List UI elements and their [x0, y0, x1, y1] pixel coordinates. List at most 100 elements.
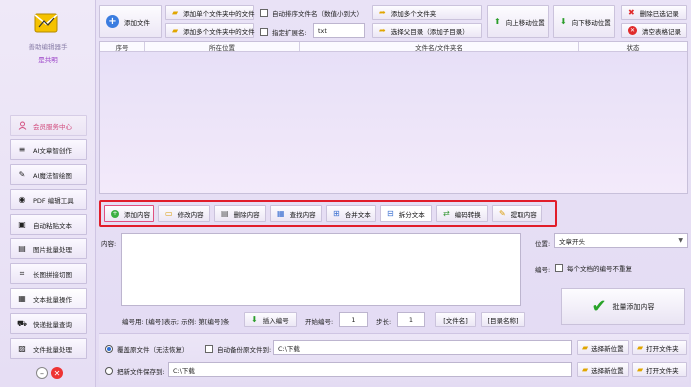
save-choose-location-button[interactable]: ▰ 选择新位置: [577, 362, 629, 377]
sidebar-item-auto-paste[interactable]: ▣ 自动粘贴文本: [10, 214, 87, 235]
sidebar-item-ai-image[interactable]: ✎ AI魔法智绘图: [10, 164, 87, 185]
radio-dot[interactable]: [105, 367, 113, 375]
radio-dot[interactable]: [105, 345, 113, 353]
op-add-content[interactable]: + 添加内容: [104, 205, 154, 222]
checkbox-box[interactable]: [555, 264, 563, 272]
clipboard-icon: ▣: [18, 220, 26, 229]
add-single-folder-button[interactable]: ▰ 添加单个文件夹中的文件: [165, 5, 255, 20]
op-find-content[interactable]: ▦ 查找内容: [270, 205, 322, 222]
col-filename[interactable]: 文件名/文件夹名: [300, 42, 579, 52]
sidebar-item-label: AI魔法智绘图: [33, 171, 72, 180]
op-extract[interactable]: ✎ 提取内容: [492, 205, 542, 222]
sidebar-item-ai-article[interactable]: ≡ AI文章智创作: [10, 139, 87, 160]
sidebar-item-express[interactable]: ⛟ 快递批量查询: [10, 313, 87, 334]
start-number-input[interactable]: 1: [339, 312, 368, 327]
sidebar-item-label: 快递批量查询: [33, 320, 72, 329]
minimize-icon[interactable]: –: [36, 367, 48, 379]
step-input[interactable]: 1: [397, 312, 425, 327]
position-select[interactable]: 文章开头 ▼: [554, 233, 688, 248]
sidebar-item-label: 图片批量处理: [33, 245, 72, 254]
close-icon[interactable]: ✕: [51, 367, 63, 379]
add-multi-folder-files-button[interactable]: ▰ 添加多个文件夹中的文件: [165, 23, 255, 38]
checkbox-box[interactable]: [260, 28, 268, 36]
auto-sort-checkbox[interactable]: 自动排序文件名（数值小到大）: [260, 8, 363, 18]
sidebar-item-label: 自动粘贴文本: [33, 221, 72, 230]
insert-filename-button[interactable]: [文件名]: [435, 312, 476, 327]
sidebar-item-file-batch[interactable]: ▨ 文件批量处理: [10, 338, 87, 359]
move-up-button[interactable]: ⬆ 向上移动位置: [487, 5, 549, 38]
sidebar-bottom-controls: – ✕: [36, 367, 63, 379]
arrow-down-icon: ⬇: [251, 315, 258, 324]
merge-text-icon: ⊞: [333, 209, 340, 218]
content-label: 内容:: [101, 240, 117, 248]
checkmark-icon: ✔: [591, 296, 607, 317]
filename-tag-label: [文件名]: [443, 316, 468, 325]
op-merge-text[interactable]: ⊞ 合并文本: [326, 205, 376, 222]
move-down-button[interactable]: ⬇ 向下移动位置: [553, 5, 615, 38]
save-new-label: 把新文件保存到:: [117, 368, 165, 376]
move-down-label: 向下移动位置: [571, 18, 611, 27]
ext-value: txt: [318, 26, 327, 35]
insert-number-button[interactable]: ⬇ 插入编号: [244, 312, 297, 327]
col-index[interactable]: 序号: [100, 42, 145, 52]
position-value: 文章开头: [559, 237, 585, 246]
save-new-radio[interactable]: 把新文件保存到:: [105, 366, 165, 376]
unique-number-checkbox[interactable]: 每个文档的编号不重复: [555, 263, 632, 273]
folder-icon: ▰: [172, 8, 179, 17]
batch-add-button[interactable]: ✔ 批量添加内容: [561, 288, 685, 325]
col-location[interactable]: 所在位置: [145, 42, 300, 52]
op-delete-content[interactable]: ▤ 删除内容: [214, 205, 266, 222]
save-path-input[interactable]: C:\下载: [168, 362, 572, 377]
add-multi-folder-button[interactable]: ➦ 添加多个文件夹: [372, 5, 482, 20]
op-label: 合并文本: [344, 210, 371, 219]
backup-open-folder-button[interactable]: ▰ 打开文件夹: [632, 340, 687, 355]
sidebar-item-member-center[interactable]: 会员服务中心: [10, 115, 87, 136]
app-logo-icon: [33, 10, 59, 36]
folder-add-icon: ➦: [379, 8, 386, 17]
content-textarea[interactable]: [121, 233, 521, 306]
sidebar-item-image-batch[interactable]: ▤ 图片批量处理: [10, 238, 87, 259]
specify-ext-checkbox[interactable]: 指定扩展名:: [260, 27, 307, 37]
sidebar-item-label: PDF 编辑工具: [33, 196, 74, 205]
op-label: 修改内容: [177, 210, 204, 219]
sidebar-item-label: AI文章智创作: [33, 146, 72, 155]
sidebar-item-long-image[interactable]: ⌗ 长图拼接切图: [10, 263, 87, 284]
op-label: 查找内容: [289, 210, 316, 219]
op-encoding[interactable]: ⇄ 编码转换: [436, 205, 488, 222]
file-table[interactable]: 序号 所在位置 文件名/文件夹名 状态: [99, 41, 688, 194]
sidebar-item-label: 长图拼接切图: [33, 270, 72, 279]
clear-table-button[interactable]: ✕ 清空表格记录: [621, 23, 687, 38]
overwrite-radio[interactable]: 覆盖原文件（无法恢复）: [105, 344, 189, 354]
position-label: 位置:: [535, 240, 551, 248]
auto-backup-checkbox[interactable]: 自动备份原文件到:: [205, 344, 271, 354]
checkbox-box[interactable]: [205, 345, 213, 353]
op-edit-content[interactable]: ▭ 修改内容: [158, 205, 210, 222]
col-status[interactable]: 状态: [579, 42, 687, 52]
add-file-button[interactable]: + 添加文件: [99, 5, 162, 38]
app-name: 善助编辑器手: [28, 43, 68, 51]
op-split-text[interactable]: ⊟ 拆分文本: [380, 205, 432, 222]
save-open-folder-button[interactable]: ▰ 打开文件夹: [632, 362, 687, 377]
user-icon: [17, 121, 27, 131]
insert-dirname-button[interactable]: [目录名称]: [481, 312, 525, 327]
op-label: 拆分文本: [398, 210, 425, 219]
chevron-down-icon: ▼: [678, 237, 683, 244]
sidebar-item-text-batch[interactable]: ▦ 文本批量操作: [10, 288, 87, 309]
backup-choose-location-button[interactable]: ▰ 选择新位置: [577, 340, 629, 355]
image-icon: ▤: [18, 244, 26, 253]
delete-selected-button[interactable]: ✖ 删除已选记录: [621, 5, 687, 20]
backup-path-input[interactable]: C:\下载: [273, 340, 572, 355]
clear-icon: ✕: [628, 26, 637, 35]
checkbox-box[interactable]: [260, 9, 268, 17]
sidebar-item-label: 文件批量处理: [33, 345, 72, 354]
edit-content-icon: ▭: [165, 209, 173, 218]
select-parent-dir-button[interactable]: ➦ 选择父目录（添加子目录）: [372, 23, 482, 38]
add-content-icon: +: [111, 209, 119, 218]
step-label: 步长:: [376, 318, 392, 326]
folder-open-icon: ▰: [637, 365, 644, 374]
auto-sort-label: 自动排序文件名（数值小到大）: [272, 10, 363, 18]
sidebar-item-pdf[interactable]: ◉ PDF 编辑工具: [10, 189, 87, 210]
ext-input[interactable]: txt: [313, 23, 365, 38]
folder-icon: ▰: [172, 26, 179, 35]
pdf-icon: ◉: [18, 195, 26, 204]
